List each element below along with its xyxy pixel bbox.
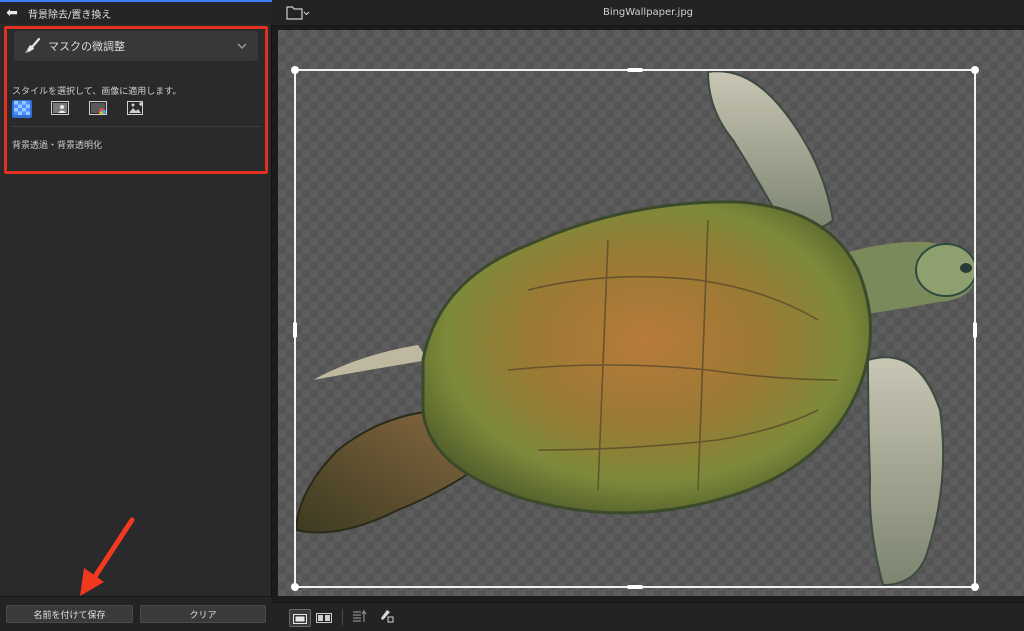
handle-right[interactable]: [973, 322, 977, 338]
image-canvas[interactable]: [278, 30, 1024, 596]
save-as-button[interactable]: 名前を付けて保存: [6, 605, 133, 623]
chevron-down-icon: [236, 40, 248, 52]
handle-top-left[interactable]: [291, 66, 299, 74]
style-image-button[interactable]: [126, 100, 146, 118]
style-options: [12, 100, 146, 118]
panel-bottom-bar: 名前を付けて保存 クリア: [0, 596, 272, 631]
panel-header: ⬅ 背景除去/置き換え: [0, 0, 272, 24]
mask-refine-dropdown[interactable]: マスクの微調整: [14, 31, 258, 61]
selection-frame[interactable]: [291, 66, 979, 591]
handle-top[interactable]: [627, 68, 643, 72]
view-toolbar: [272, 602, 1024, 631]
handle-bottom-right[interactable]: [971, 583, 979, 591]
document-top-bar: BingWallpaper.jpg: [272, 0, 1024, 26]
brush-icon: [24, 37, 42, 55]
handle-left[interactable]: [293, 322, 297, 338]
style-transparent-button[interactable]: [12, 100, 32, 118]
split-view-button[interactable]: [314, 609, 334, 625]
divider: [12, 126, 262, 127]
style-color-button[interactable]: [88, 100, 108, 118]
split-view-icon: [316, 608, 332, 627]
back-arrow-icon: ⬅: [6, 5, 18, 21]
color-background-icon: [89, 100, 107, 119]
brush-erase-button[interactable]: [376, 609, 396, 625]
file-name: BingWallpaper.jpg: [602, 7, 694, 18]
compare-button[interactable]: [350, 609, 370, 625]
single-view-icon: [293, 609, 307, 628]
clear-button[interactable]: クリア: [140, 605, 266, 623]
brush-erase-icon: [378, 608, 394, 627]
style-portrait-button[interactable]: [50, 100, 70, 118]
left-panel: ⬅ 背景除去/置き換え マスクの微調整 スタイルを選択して、画像に適用します。: [0, 0, 272, 631]
portrait-background-icon: [51, 100, 69, 119]
compare-icon: [352, 608, 368, 627]
selected-style-label: 背景透過・背景透明化: [12, 141, 103, 151]
handle-bottom-left[interactable]: [291, 583, 299, 591]
single-view-button[interactable]: [289, 609, 311, 627]
panel-title: 背景除去/置き換え: [28, 9, 112, 21]
handle-bottom[interactable]: [627, 585, 643, 589]
image-background-icon: [127, 100, 145, 119]
handle-top-right[interactable]: [971, 66, 979, 74]
annotation-arrow: [80, 517, 135, 596]
style-instruction: スタイルを選択して、画像に適用します。: [12, 87, 182, 97]
toolbar-separator: [342, 609, 343, 625]
back-button[interactable]: ⬅: [0, 2, 24, 24]
transparent-checker-icon: [14, 100, 30, 119]
mask-refine-label: マスクの微調整: [48, 40, 125, 53]
